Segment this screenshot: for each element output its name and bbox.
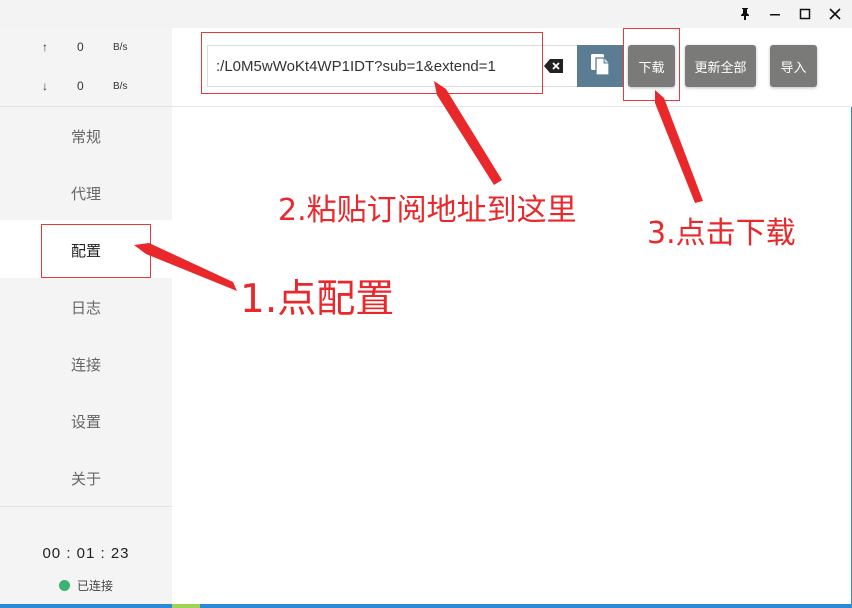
sidebar-item-settings[interactable]: 设置 [0,393,172,449]
subscription-url-input[interactable] [207,45,577,87]
uptime-timer: 00 : 01 : 23 [42,545,130,562]
profile-toolbar: 下载 更新全部 导入 [172,28,852,107]
clear-input-icon[interactable] [544,58,564,74]
annotation-step1: 1.点配置 [240,277,395,322]
bottom-edge [0,604,852,608]
sidebar-item-general[interactable]: 常规 [0,108,172,164]
connection-status-label: 已连接 [76,579,113,593]
download-value: 0 [77,79,84,93]
status-dot-icon [58,580,70,591]
upload-speed: ↑ 0 B/s [0,40,172,58]
status-panel: 00 : 01 : 23 已连接 [0,506,172,605]
maximize-icon[interactable] [794,4,816,24]
paste-icon [589,52,611,81]
minimize-icon[interactable] [764,4,786,24]
sidebar: ↑ 0 B/s ↓ 0 B/s 常规 代理 配置 日志 连接 设置 关于 00 … [0,28,172,604]
upload-unit: B/s [113,42,128,53]
sidebar-item-connections[interactable]: 连接 [0,336,172,392]
import-button[interactable]: 导入 [770,45,817,87]
paste-button[interactable] [577,45,623,87]
upload-value: 0 [77,40,84,54]
title-bar [0,0,852,28]
download-unit: B/s [113,81,128,92]
sidebar-item-logs[interactable]: 日志 [0,279,172,335]
sidebar-item-about[interactable]: 关于 [0,450,172,506]
annotation-step3: 3.点击下载 [647,216,796,251]
pin-icon[interactable] [734,4,756,24]
upload-arrow-icon: ↑ [42,40,48,54]
annotation-step2: 2.粘贴订阅地址到这里 [278,193,577,228]
update-all-button[interactable]: 更新全部 [685,45,756,87]
download-button[interactable]: 下载 [628,45,675,87]
download-arrow-icon: ↓ [42,79,48,93]
download-speed: ↓ 0 B/s [0,79,172,97]
sidebar-item-profiles[interactable]: 配置 [0,222,172,278]
connection-status: 已连接 [0,577,172,594]
sidebar-item-proxy[interactable]: 代理 [0,165,172,221]
traffic-monitor: ↑ 0 B/s ↓ 0 B/s [0,28,172,107]
close-icon[interactable] [824,4,846,24]
